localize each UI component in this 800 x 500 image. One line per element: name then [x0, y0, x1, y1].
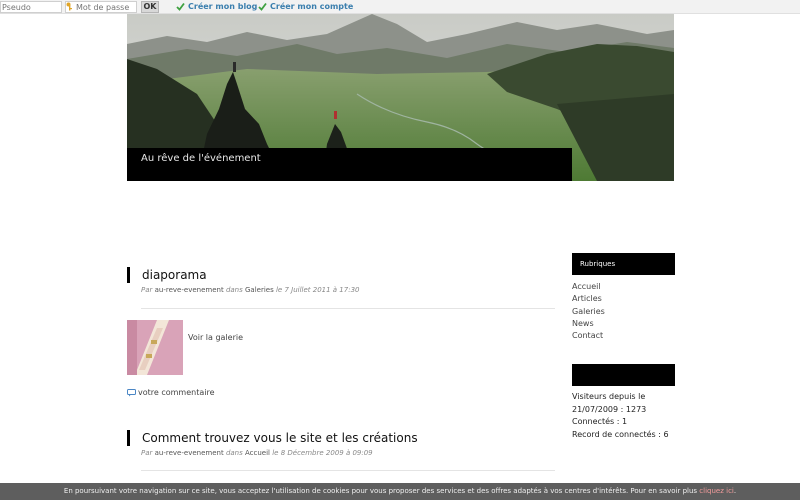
comment-icon: [127, 389, 136, 397]
create-blog-link[interactable]: Créer mon blog: [188, 2, 257, 12]
cookie-text: En poursuivant votre navigation sur ce s…: [63, 487, 698, 495]
login-ok-button[interactable]: OK: [141, 1, 159, 13]
meta-in: dans: [225, 449, 243, 457]
cookie-suffix: .: [733, 487, 737, 495]
post-title[interactable]: Comment trouvez vous le site et les créa…: [127, 430, 418, 446]
post-category-link[interactable]: Accueil: [245, 449, 270, 457]
stats-line: Connectés : 1: [572, 417, 628, 426]
password-input[interactable]: [65, 1, 137, 13]
meta-prefix: Par: [141, 286, 153, 294]
sidebar-nav: Accueil Articles Galeries News Contact: [572, 281, 605, 342]
post-date: le 8 Décembre 2009 à 09:09: [272, 449, 373, 457]
cookie-more-link[interactable]: cliquez ici: [699, 487, 734, 495]
post-author-link[interactable]: au-reve-evenement: [155, 286, 224, 294]
login-bar: OK Créer mon blog Créer mon compte: [0, 0, 800, 14]
check-icon: [258, 2, 267, 11]
post-meta: Par au-reve-evenement dans Galeries le 7…: [141, 286, 359, 295]
stats-line: 21/07/2009 : 1273: [572, 404, 647, 414]
visitor-stats: Visiteurs depuis le 21/07/2009 : 1273 Co…: [572, 391, 675, 441]
pseudo-input[interactable]: [0, 1, 62, 13]
post-meta: Par au-reve-evenement dans Accueil le 8 …: [141, 449, 373, 458]
meta-in: dans: [225, 286, 243, 294]
stats-line: Record de connectés : 6: [572, 429, 669, 439]
cookie-banner: En poursuivant votre navigation sur ce s…: [0, 483, 800, 500]
meta-prefix: Par: [141, 449, 153, 457]
sidebar-item-galeries[interactable]: Galeries: [572, 306, 605, 318]
check-icon: [176, 2, 185, 11]
divider: [141, 308, 555, 309]
post-category-link[interactable]: Galeries: [245, 286, 274, 294]
post-author-link[interactable]: au-reve-evenement: [155, 449, 224, 457]
post-date: le 7 Juillet 2011 à 17:30: [275, 286, 360, 294]
stats-line: Visiteurs depuis le: [572, 392, 646, 401]
sidebar-item-articles[interactable]: Articles: [572, 293, 605, 305]
divider: [141, 470, 555, 471]
post-title[interactable]: diaporama: [127, 267, 207, 283]
stats-heading: [572, 364, 675, 386]
gallery-thumbnail[interactable]: [127, 320, 183, 375]
sidebar-item-accueil[interactable]: Accueil: [572, 281, 605, 293]
site-title[interactable]: Au rêve de l'événement: [141, 153, 261, 165]
view-gallery-link[interactable]: Voir la galerie: [188, 333, 243, 343]
sidebar-item-news[interactable]: News: [572, 318, 605, 330]
key-icon: [66, 2, 72, 11]
rubriques-heading: Rubriques: [572, 253, 675, 275]
create-account-link[interactable]: Créer mon compte: [270, 2, 353, 12]
sidebar-item-contact[interactable]: Contact: [572, 330, 605, 342]
comment-link[interactable]: votre commentaire: [138, 388, 215, 398]
